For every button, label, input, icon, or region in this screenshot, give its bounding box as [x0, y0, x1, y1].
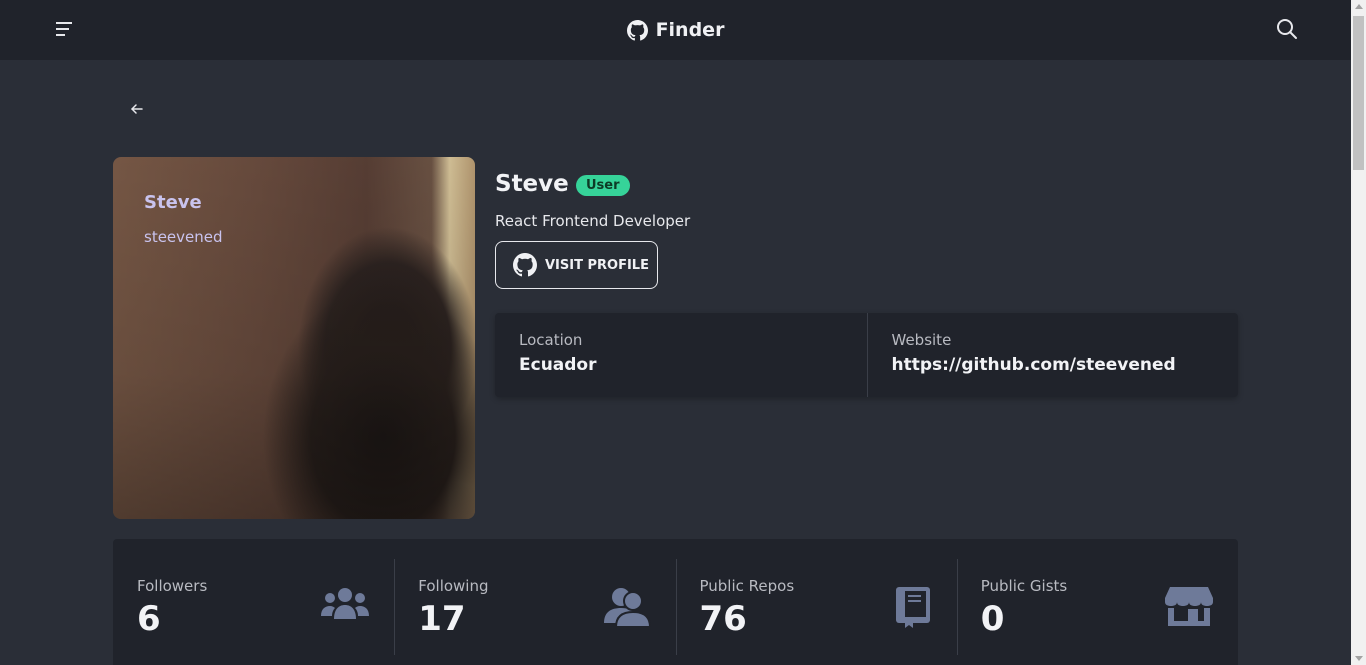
menu-button[interactable]	[54, 18, 76, 40]
book-icon	[895, 587, 930, 628]
avatar-name: Steve	[144, 192, 202, 213]
arrow-left-icon	[131, 104, 143, 114]
public-gists-stat: Public Gists 0	[956, 539, 1238, 665]
visit-profile-label: VISIT PROFILE	[545, 257, 649, 273]
location-value: Ecuador	[519, 355, 597, 375]
location-stat: Location Ecuador	[495, 313, 867, 397]
search-icon	[1277, 19, 1297, 39]
avatar-login: steevened	[144, 228, 223, 246]
search-button[interactable]	[1275, 17, 1299, 41]
scrollbar[interactable]	[1351, 0, 1366, 665]
navbar: Finder	[0, 0, 1351, 60]
visit-profile-button[interactable]: VISIT PROFILE	[495, 241, 658, 289]
user-type-badge: User	[576, 175, 630, 196]
github-icon	[513, 253, 537, 277]
website-link[interactable]: https://github.com/steevened	[892, 355, 1215, 375]
following-stat: Following 17	[394, 539, 675, 665]
github-icon	[626, 19, 648, 40]
scroll-up-icon[interactable]	[1355, 4, 1363, 9]
public-repos-stat: Public Repos 76	[675, 539, 957, 665]
brand-title: Finder	[655, 19, 725, 41]
info-panel: Location Ecuador Website https://github.…	[495, 313, 1238, 397]
hamburger-icon	[56, 22, 72, 36]
stats-panel: Followers 6 Following 17 Public Repos 76	[113, 539, 1238, 665]
store-icon	[1165, 587, 1213, 626]
user-name: Steve	[495, 171, 569, 197]
website-label: Website	[891, 331, 952, 349]
users-icon	[321, 588, 370, 619]
scroll-down-icon[interactable]	[1355, 656, 1363, 661]
website-stat: Website https://github.com/steevened	[866, 313, 1239, 397]
brand-logo[interactable]: Finder	[626, 19, 725, 41]
back-button[interactable]	[127, 99, 147, 119]
followers-stat: Followers 6	[113, 539, 394, 665]
location-label: Location	[519, 331, 583, 349]
user-friends-icon	[603, 588, 651, 628]
user-bio: React Frontend Developer	[495, 212, 691, 230]
scroll-thumb[interactable]	[1353, 16, 1364, 170]
avatar-card: Steve steevened	[113, 157, 475, 519]
